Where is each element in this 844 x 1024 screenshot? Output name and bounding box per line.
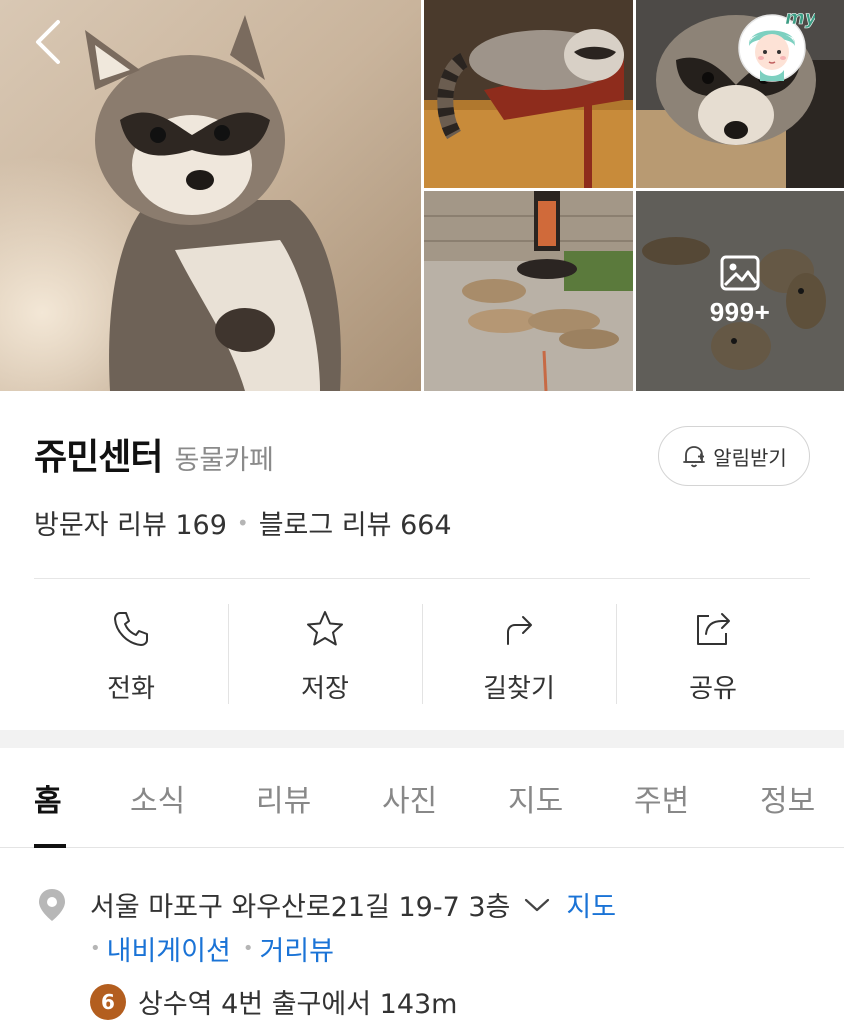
section-separator — [0, 730, 844, 748]
address-sub-links: • 내비게이션 • 거리뷰 — [90, 929, 334, 968]
my-badge-text: my — [785, 7, 815, 29]
separator-dot: • — [90, 938, 101, 959]
my-profile-button[interactable]: my — [735, 6, 819, 82]
share-button[interactable]: 공유 — [616, 604, 810, 706]
save-button[interactable]: 저장 — [228, 604, 422, 706]
share-label: 공유 — [689, 674, 737, 704]
active-tab-indicator — [34, 844, 66, 848]
image-icon — [720, 255, 760, 290]
subway-info: 6 상수역 4번 출구에서 143m — [90, 982, 457, 1021]
tab-info[interactable]: 정보 — [760, 776, 815, 820]
address-text: 서울 마포구 와우산로21길 19-7 3층 — [90, 892, 511, 923]
subway-line-badge: 6 — [90, 983, 126, 1020]
photo-raccoon-table[interactable] — [424, 0, 633, 188]
blog-review-link[interactable]: 블로그 리뷰 664 — [259, 503, 452, 542]
call-label: 전화 — [107, 674, 155, 704]
tab-bar: 홈 소식 리뷰 사진 지도 주변 정보 — [0, 748, 844, 848]
visitor-review-link[interactable]: 방문자 리뷰 169 — [34, 503, 227, 542]
tab-home[interactable]: 홈 — [34, 776, 62, 820]
directions-button[interactable]: 길찾기 — [422, 604, 616, 706]
more-photos-overlay[interactable]: 999+ — [636, 191, 844, 391]
map-link[interactable]: 지도 — [566, 885, 616, 924]
address-row: 서울 마포구 와우산로21길 19-7 3층 지도 — [36, 885, 616, 924]
separator-dot: • — [236, 510, 249, 535]
divider — [34, 578, 810, 579]
tab-map[interactable]: 지도 — [508, 776, 563, 820]
photo-meerkats-heater[interactable] — [424, 191, 633, 391]
save-label: 저장 — [301, 674, 349, 704]
navigation-link[interactable]: 내비게이션 — [107, 929, 231, 968]
review-summary: 방문자 리뷰 169 • 블로그 리뷰 664 — [34, 503, 452, 542]
chevron-left-icon — [36, 20, 60, 64]
phone-icon — [114, 612, 148, 646]
street-view-link[interactable]: 거리뷰 — [259, 929, 334, 968]
tab-reviews[interactable]: 리뷰 — [256, 776, 311, 820]
separator-dot: • — [242, 938, 254, 959]
place-category: 동물카페 — [174, 445, 274, 476]
chevron-down-icon[interactable] — [524, 896, 550, 914]
subway-distance-text: 상수역 4번 출구에서 143m — [138, 989, 458, 1020]
place-name: 쥬민센터 — [34, 437, 163, 478]
notification-button[interactable]: 알림받기 — [658, 426, 810, 486]
notification-button-label: 알림받기 — [713, 445, 787, 470]
directions-label: 길찾기 — [483, 674, 555, 704]
star-icon — [307, 611, 343, 646]
tab-news[interactable]: 소식 — [130, 776, 185, 820]
more-photos-count: 999+ — [709, 296, 771, 327]
photo-gallery: 999+ my — [0, 0, 844, 391]
back-button[interactable] — [26, 18, 74, 66]
bell-plus-icon — [683, 446, 706, 468]
location-pin-icon — [39, 888, 65, 921]
action-bar: 전화 저장 길찾기 공유 — [34, 604, 810, 706]
call-button[interactable]: 전화 — [34, 604, 228, 706]
avatar: my — [738, 7, 819, 82]
share-icon — [697, 613, 730, 645]
place-title-row: 쥬민센터 동물카페 — [34, 428, 274, 480]
tab-nearby[interactable]: 주변 — [634, 776, 689, 820]
directions-icon — [507, 616, 532, 645]
tab-photos[interactable]: 사진 — [382, 776, 437, 820]
